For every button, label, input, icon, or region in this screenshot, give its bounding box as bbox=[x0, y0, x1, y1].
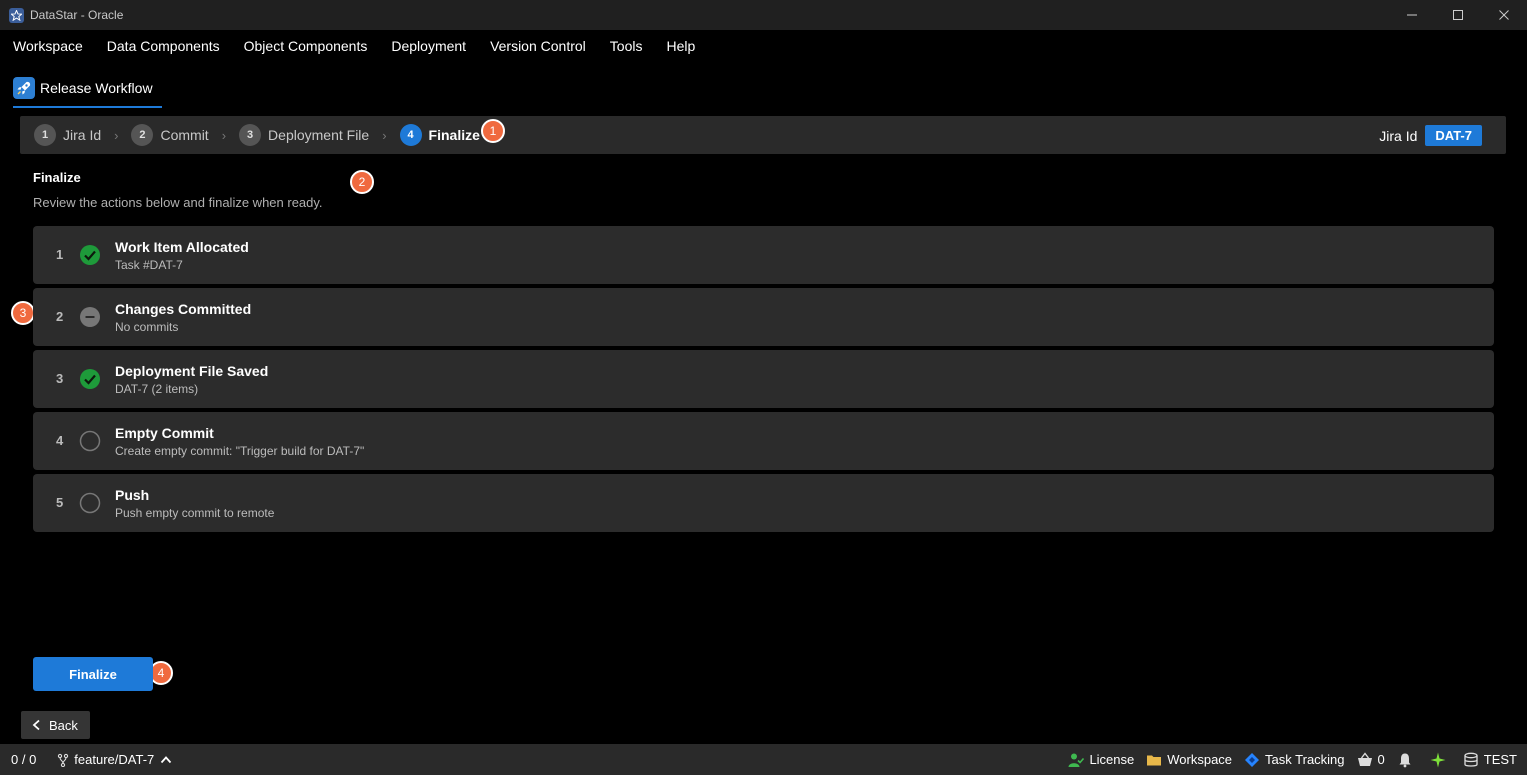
callout-marker: 2 bbox=[350, 170, 374, 194]
menu-help[interactable]: Help bbox=[666, 38, 695, 54]
step-commit[interactable]: 2 Commit bbox=[131, 124, 209, 146]
jira-id-display: Jira Id DAT-7 bbox=[1379, 125, 1482, 146]
back-button-label: Back bbox=[49, 717, 78, 733]
window-title: DataStar - Oracle bbox=[30, 8, 124, 22]
task-tracking-status[interactable]: Task Tracking bbox=[1244, 752, 1345, 768]
step-deployment-file[interactable]: 3 Deployment File bbox=[239, 124, 369, 146]
step-label: Finalize bbox=[428, 127, 480, 143]
empty-circle-icon bbox=[79, 430, 101, 452]
action-number: 2 bbox=[56, 309, 64, 324]
minimize-button[interactable] bbox=[1389, 0, 1435, 30]
check-circle-icon bbox=[80, 245, 100, 265]
change-counter: 0 / 0 bbox=[11, 752, 37, 767]
callout-marker: 1 bbox=[481, 119, 505, 143]
action-subtitle: Create empty commit: "Trigger build for … bbox=[115, 444, 365, 458]
step-label: Commit bbox=[160, 127, 209, 143]
action-title: Work Item Allocated bbox=[115, 239, 249, 255]
bell-button[interactable] bbox=[1397, 752, 1418, 768]
chevron-right-icon: › bbox=[382, 127, 387, 143]
minus-circle-icon bbox=[80, 307, 100, 327]
action-subtitle: Push empty commit to remote bbox=[115, 506, 275, 520]
list-item: 3 Deployment File Saved DAT-7 (2 items) bbox=[33, 350, 1494, 408]
action-list: 1 Work Item Allocated Task #DAT-7 2 Chan… bbox=[33, 226, 1494, 536]
action-number: 3 bbox=[56, 371, 64, 386]
menu-bar: Workspace Data Components Object Compone… bbox=[0, 30, 1527, 62]
menu-object-components[interactable]: Object Components bbox=[244, 38, 368, 54]
action-number: 1 bbox=[56, 247, 64, 262]
action-number: 5 bbox=[56, 495, 64, 510]
title-bar: DataStar - Oracle bbox=[0, 0, 1527, 30]
workflow-stepper: 1 Jira Id › 2 Commit › 3 Deployment File… bbox=[20, 116, 1506, 154]
jira-icon bbox=[1245, 752, 1260, 767]
action-subtitle: Task #DAT-7 bbox=[115, 258, 183, 272]
tab-label: Release Workflow bbox=[40, 80, 153, 96]
chevron-up-icon bbox=[161, 755, 172, 763]
step-number: 4 bbox=[399, 124, 422, 146]
app-logo-icon bbox=[9, 7, 24, 23]
empty-circle-icon bbox=[79, 492, 101, 514]
action-subtitle: DAT-7 (2 items) bbox=[115, 382, 199, 396]
bell-icon bbox=[1399, 753, 1411, 767]
database-icon bbox=[1464, 752, 1478, 767]
step-label: Deployment File bbox=[268, 127, 370, 143]
menu-data-components[interactable]: Data Components bbox=[107, 38, 220, 54]
chevron-left-icon bbox=[32, 719, 40, 731]
ai-assistant-button[interactable] bbox=[1430, 752, 1451, 768]
workspace-status[interactable]: Workspace bbox=[1146, 752, 1232, 768]
list-item: 1 Work Item Allocated Task #DAT-7 bbox=[33, 226, 1494, 284]
jira-id-label: Jira Id bbox=[1379, 127, 1418, 144]
back-button[interactable]: Back bbox=[21, 711, 90, 739]
workspace-label: Workspace bbox=[1167, 752, 1233, 767]
finalize-button[interactable]: Finalize bbox=[33, 657, 153, 691]
git-branch-icon bbox=[58, 753, 69, 767]
list-item: 2 Changes Committed No commits bbox=[33, 288, 1494, 346]
step-jira-id[interactable]: 1 Jira Id bbox=[34, 124, 101, 146]
section-subtitle: Review the actions below and finalize wh… bbox=[33, 195, 323, 210]
step-label: Jira Id bbox=[63, 127, 102, 143]
menu-tools[interactable]: Tools bbox=[610, 38, 643, 54]
rocket-icon bbox=[13, 77, 35, 99]
list-item: 5 Push Push empty commit to remote bbox=[33, 474, 1494, 532]
tab-release-workflow[interactable]: Release Workflow bbox=[13, 70, 162, 108]
notifications-count: 0 bbox=[1377, 752, 1385, 767]
action-number: 4 bbox=[56, 433, 64, 448]
step-number: 3 bbox=[239, 124, 262, 146]
license-status[interactable]: License bbox=[1068, 752, 1134, 768]
menu-workspace[interactable]: Workspace bbox=[13, 38, 83, 54]
list-item: 4 Empty Commit Create empty commit: "Tri… bbox=[33, 412, 1494, 470]
step-number: 2 bbox=[131, 124, 154, 146]
callout-marker: 3 bbox=[11, 301, 35, 325]
chevron-right-icon: › bbox=[221, 127, 227, 143]
maximize-button[interactable] bbox=[1435, 0, 1481, 30]
branch-name: feature/DAT-7 bbox=[74, 752, 155, 767]
task-tracking-label: Task Tracking bbox=[1265, 752, 1345, 767]
basket-icon bbox=[1357, 751, 1372, 766]
environment-status[interactable]: TEST bbox=[1463, 752, 1517, 768]
user-check-icon bbox=[1068, 753, 1085, 767]
step-finalize[interactable]: 4 Finalize bbox=[399, 124, 480, 146]
chevron-right-icon: › bbox=[114, 127, 119, 143]
check-circle-icon bbox=[80, 369, 100, 389]
action-title: Empty Commit bbox=[115, 425, 214, 441]
status-bar: 0 / 0 feature/DAT-7 License Workspace Ta… bbox=[0, 744, 1527, 775]
notifications-status[interactable]: 0 bbox=[1357, 751, 1385, 768]
action-subtitle: No commits bbox=[115, 320, 179, 334]
license-label: License bbox=[1089, 752, 1135, 767]
environment-label: TEST bbox=[1483, 752, 1517, 767]
close-button[interactable] bbox=[1481, 0, 1527, 30]
menu-deployment[interactable]: Deployment bbox=[391, 38, 466, 54]
folder-icon bbox=[1147, 755, 1162, 765]
step-number: 1 bbox=[34, 124, 56, 146]
action-title: Deployment File Saved bbox=[115, 363, 269, 379]
action-title: Push bbox=[115, 487, 150, 503]
branch-selector[interactable]: feature/DAT-7 bbox=[56, 752, 176, 767]
sparkle-icon bbox=[1430, 752, 1446, 767]
jira-id-badge: DAT-7 bbox=[1425, 125, 1482, 146]
action-title: Changes Committed bbox=[115, 301, 252, 317]
section-title: Finalize bbox=[33, 170, 81, 185]
menu-version-control[interactable]: Version Control bbox=[490, 38, 586, 54]
